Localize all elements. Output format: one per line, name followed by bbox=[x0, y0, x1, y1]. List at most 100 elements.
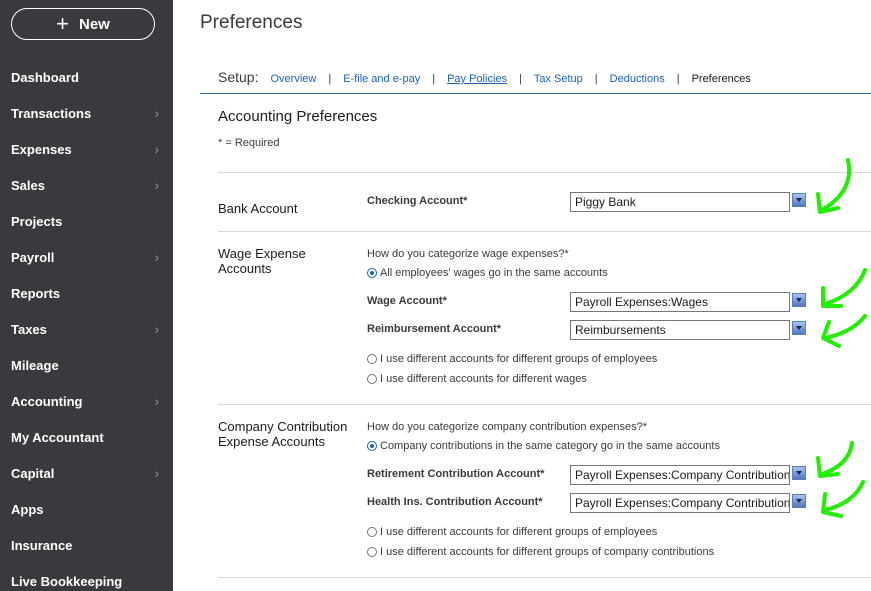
left-sidebar: + New Dashboard Transactions › Expenses › … bbox=[0, 0, 173, 591]
sidebar-item-dashboard[interactable]: Dashboard bbox=[0, 59, 173, 95]
required-note: * = Required bbox=[218, 137, 280, 149]
divider bbox=[218, 231, 871, 232]
sidebar-item-reports[interactable]: Reports bbox=[0, 275, 173, 311]
wage-account-dropdown-icon[interactable] bbox=[792, 293, 806, 307]
sidebar-item-taxes[interactable]: Taxes › bbox=[0, 311, 173, 347]
wage-option-different-wages[interactable]: I use different accounts for different w… bbox=[367, 373, 587, 385]
separator: | bbox=[432, 73, 436, 85]
retirement-contribution-label: Retirement Contribution Account* bbox=[367, 468, 545, 480]
radio-unselected[interactable] bbox=[367, 527, 377, 537]
checking-account-label: Checking Account* bbox=[367, 195, 468, 207]
health-contribution-select[interactable]: Payroll Expenses:Company Contributions bbox=[570, 493, 790, 513]
separator: | bbox=[519, 73, 522, 85]
sidebar-item-insurance[interactable]: Insurance bbox=[0, 527, 173, 563]
divider bbox=[218, 172, 871, 173]
reimbursement-account-dropdown-icon[interactable] bbox=[792, 321, 806, 335]
sidebar-item-label: Projects bbox=[11, 213, 63, 229]
wage-option-same[interactable]: All employees' wages go in the same acco… bbox=[367, 267, 608, 279]
sidebar-item-live-bookkeeping[interactable]: Live Bookkeeping bbox=[0, 563, 173, 591]
chevron-right-icon: › bbox=[154, 105, 159, 121]
sidebar-item-projects[interactable]: Projects bbox=[0, 203, 173, 239]
checking-account-select[interactable]: Piggy Bank bbox=[570, 192, 790, 212]
sidebar-item-sales[interactable]: Sales › bbox=[0, 167, 173, 203]
chevron-right-icon: › bbox=[154, 249, 159, 265]
radio-unselected[interactable] bbox=[367, 354, 377, 364]
chevron-right-icon: › bbox=[154, 465, 159, 481]
sidebar-item-capital[interactable]: Capital › bbox=[0, 455, 173, 491]
company-question: How do you categorize company contributi… bbox=[367, 421, 648, 433]
wage-expense-heading: Wage Expense Accounts bbox=[218, 246, 306, 276]
sidebar-item-label: Payroll bbox=[11, 249, 55, 265]
sidebar-item-apps[interactable]: Apps bbox=[0, 491, 173, 527]
reimbursement-account-label: Reimbursement Account* bbox=[367, 323, 502, 335]
chevron-right-icon: › bbox=[154, 321, 159, 337]
radio-label: Company contributions in the same catego… bbox=[380, 440, 720, 452]
setup-link-pay-policies[interactable]: Pay Policies bbox=[447, 73, 507, 85]
setup-link-deductions[interactable]: Deductions bbox=[610, 73, 665, 85]
wage-expense-heading-line2: Accounts bbox=[218, 261, 272, 276]
radio-label: I use different accounts for different g… bbox=[380, 546, 715, 558]
setup-link-tax-setup[interactable]: Tax Setup bbox=[534, 73, 583, 85]
sidebar-item-label: Accounting bbox=[11, 393, 83, 409]
sidebar-item-label: Live Bookkeeping bbox=[11, 573, 123, 589]
sidebar-item-label: My Accountant bbox=[11, 429, 104, 445]
chevron-right-icon: › bbox=[154, 177, 159, 193]
bank-account-heading: Bank Account bbox=[218, 201, 298, 216]
retirement-contribution-dropdown-icon[interactable] bbox=[792, 466, 806, 480]
divider bbox=[218, 577, 871, 578]
sidebar-item-label: Apps bbox=[11, 501, 44, 517]
new-button[interactable]: + New bbox=[11, 8, 155, 40]
plus-icon: + bbox=[56, 11, 69, 36]
sidebar-item-transactions[interactable]: Transactions › bbox=[0, 95, 173, 131]
radio-selected[interactable] bbox=[367, 268, 377, 278]
sidebar-nav: Dashboard Transactions › Expenses › Sales ›… bbox=[0, 59, 173, 591]
company-option-contributions[interactable]: I use different accounts for different g… bbox=[367, 546, 714, 558]
wage-account-select[interactable]: Payroll Expenses:Wages bbox=[570, 292, 790, 312]
company-contribution-heading-line1: Company Contribution bbox=[218, 419, 348, 434]
sidebar-item-label: Mileage bbox=[11, 357, 59, 373]
chevron-right-icon: › bbox=[154, 141, 159, 157]
sidebar-item-label: Expenses bbox=[11, 141, 72, 157]
company-option-same[interactable]: Company contributions in the same catego… bbox=[367, 440, 720, 452]
separator: | bbox=[676, 73, 680, 85]
setup-current-preferences: Preferences bbox=[691, 73, 751, 85]
setup-breadcrumb: Setup: Overview | E-file and e-pay | Pay… bbox=[218, 69, 751, 85]
company-contribution-heading: Company Contribution Expense Accounts bbox=[218, 419, 347, 449]
radio-unselected[interactable] bbox=[367, 547, 377, 557]
sidebar-item-label: Reports bbox=[11, 285, 61, 301]
divider bbox=[218, 404, 871, 405]
radio-selected[interactable] bbox=[367, 441, 377, 451]
company-option-groups[interactable]: I use different accounts for different g… bbox=[367, 526, 657, 538]
radio-label: I use different accounts for different g… bbox=[380, 353, 658, 365]
wage-option-groups[interactable]: I use different accounts for different g… bbox=[367, 353, 657, 365]
retirement-contribution-select[interactable]: Payroll Expenses:Company Contributions bbox=[570, 465, 790, 485]
health-contribution-label: Health Ins. Contribution Account* bbox=[367, 496, 543, 508]
wage-account-label: Wage Account* bbox=[367, 295, 447, 307]
radio-label: I use different accounts for different w… bbox=[380, 373, 587, 385]
sidebar-item-label: Sales bbox=[11, 177, 45, 193]
section-title: Accounting Preferences bbox=[218, 108, 378, 125]
sidebar-item-label: Transactions bbox=[11, 105, 92, 121]
separator: | bbox=[594, 73, 598, 85]
sidebar-item-label: Capital bbox=[11, 465, 55, 481]
wage-expense-heading-line1: Wage Expense bbox=[218, 246, 306, 261]
new-button-label: New bbox=[79, 15, 110, 33]
sidebar-item-payroll[interactable]: Payroll › bbox=[0, 239, 173, 275]
chevron-right-icon: › bbox=[154, 393, 159, 409]
checking-account-dropdown-icon[interactable] bbox=[792, 193, 806, 207]
radio-label: All employees' wages go in the same acco… bbox=[380, 267, 608, 279]
reimbursement-account-select[interactable]: Reimbursements bbox=[570, 320, 790, 340]
setup-link-overview[interactable]: Overview bbox=[270, 73, 316, 85]
setup-divider bbox=[200, 93, 871, 94]
setup-link-efile[interactable]: E-file and e-pay bbox=[343, 73, 420, 85]
radio-label: I use different accounts for different g… bbox=[380, 526, 658, 538]
company-contribution-heading-line2: Expense Accounts bbox=[218, 434, 325, 449]
radio-unselected[interactable] bbox=[367, 374, 377, 384]
health-contribution-dropdown-icon[interactable] bbox=[792, 494, 806, 508]
sidebar-item-mileage[interactable]: Mileage bbox=[0, 347, 173, 383]
sidebar-item-expenses[interactable]: Expenses › bbox=[0, 131, 173, 167]
sidebar-item-accounting[interactable]: Accounting › bbox=[0, 383, 173, 419]
sidebar-item-my-accountant[interactable]: My Accountant bbox=[0, 419, 173, 455]
setup-label: Setup: bbox=[218, 69, 259, 85]
sidebar-item-label: Dashboard bbox=[11, 69, 79, 85]
